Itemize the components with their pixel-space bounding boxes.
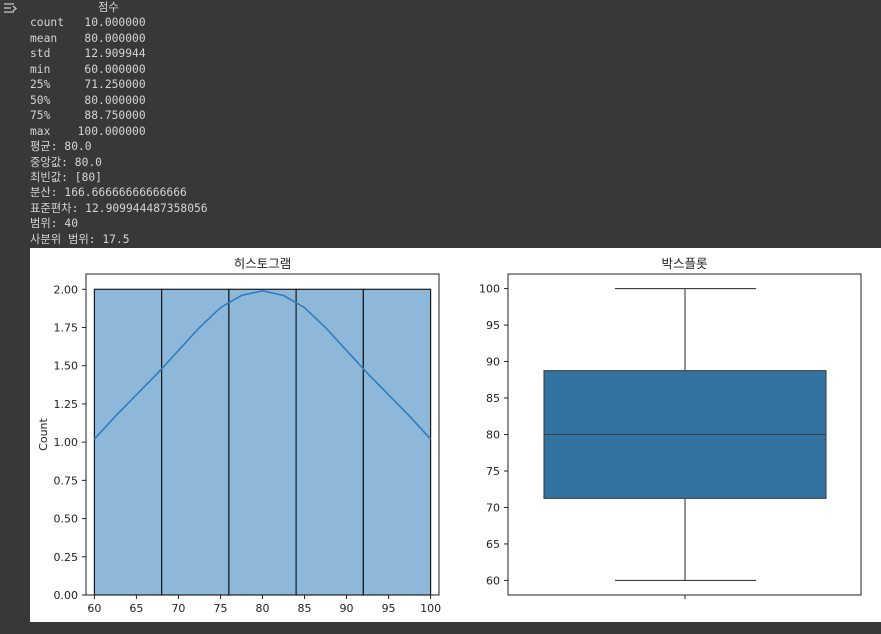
- figure: 60 65 70 75 80 85 90 95 100 0.00 0.25 0.50 0.75 1.00 1…: [30, 248, 881, 622]
- y-tick-label: 0.75: [54, 474, 79, 487]
- x-tick-label: 75: [213, 602, 227, 615]
- histogram-bar: [228, 288, 297, 596]
- y-tick-label: 70: [486, 501, 500, 514]
- y-tick-label: 2.00: [54, 283, 79, 296]
- histogram-bar: [93, 288, 163, 596]
- x-tick-label: 70: [171, 602, 185, 615]
- y-tick-label: 60: [486, 574, 500, 587]
- x-tick-label: 60: [87, 602, 101, 615]
- cell-text-output: 점수 count 10.000000 mean 80.000000 std 12…: [30, 1, 208, 246]
- y-tick-label: 85: [486, 392, 500, 405]
- y-tick-label: 75: [486, 465, 500, 478]
- x-tick-label: 100: [420, 602, 441, 615]
- histogram-title: 히스토그램: [234, 256, 292, 271]
- y-tick-label: 0.00: [54, 589, 79, 602]
- x-tick-label: 65: [129, 602, 143, 615]
- output-toggle-icon[interactable]: [2, 1, 18, 17]
- y-tick-label: 90: [486, 356, 500, 369]
- x-tick-label: 85: [298, 602, 312, 615]
- boxplot-title: 박스플롯: [661, 256, 707, 271]
- y-tick-label: 1.50: [54, 360, 79, 373]
- y-tick-label: 65: [486, 538, 500, 551]
- y-tick-label: 0.25: [54, 551, 79, 564]
- y-tick-label: 1.00: [54, 436, 79, 449]
- figure-svg: 60 65 70 75 80 85 90 95 100 0.00 0.25 0.50 0.75 1.00 1…: [37, 256, 862, 615]
- y-tick-label: 95: [486, 319, 500, 332]
- y-tick-label: 100: [479, 283, 500, 296]
- y-tick-label: 0.50: [54, 513, 79, 526]
- y-tick-label: 1.25: [54, 398, 79, 411]
- y-tick-label: 80: [486, 429, 500, 442]
- histogram-bar: [161, 288, 230, 596]
- histogram-bar: [295, 288, 364, 596]
- x-tick-label: 95: [382, 602, 396, 615]
- histogram-bar: [362, 288, 432, 596]
- y-tick-label: 1.75: [54, 322, 79, 335]
- histogram-ylabel: Count: [37, 417, 50, 450]
- x-tick-label: 80: [256, 602, 270, 615]
- x-tick-label: 90: [340, 602, 354, 615]
